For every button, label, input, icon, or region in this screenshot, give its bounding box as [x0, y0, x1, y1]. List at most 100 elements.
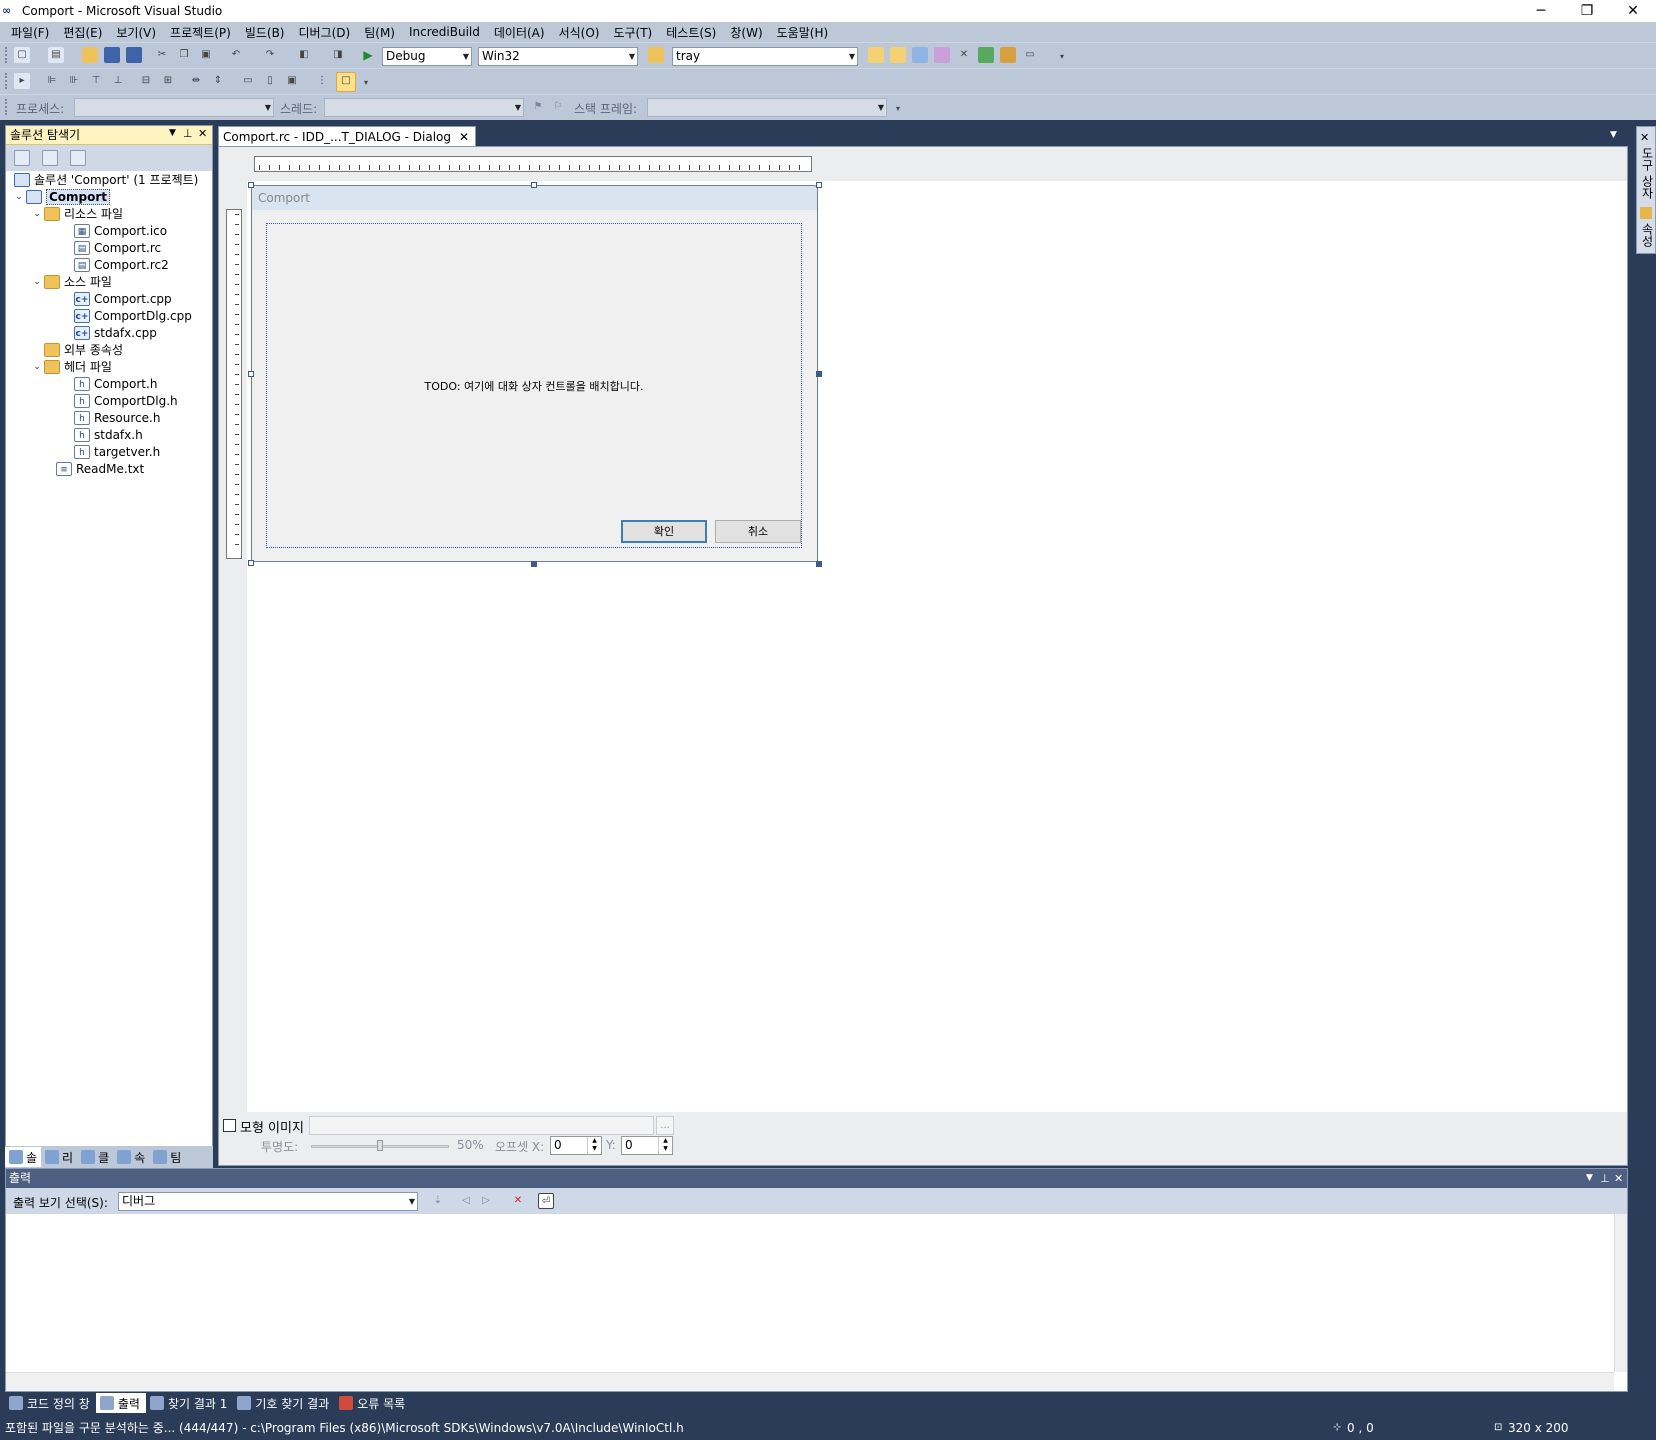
tab-dialog-editor[interactable]: Comport.rc - IDD_...T_DIALOG - Dialog ✕	[218, 126, 477, 146]
menu-tools[interactable]: 도구(T)	[606, 24, 659, 41]
find-combo[interactable]: tray ▼	[672, 47, 858, 66]
tree-item-file[interactable]: ▦ Comport.ico	[74, 222, 167, 239]
output-text-area[interactable]	[6, 1214, 1618, 1391]
menu-format[interactable]: 서식(O)	[552, 24, 607, 41]
thread-select[interactable]: ▼	[324, 98, 524, 117]
center-vertical-icon[interactable]: ⊟	[138, 73, 154, 89]
active-files-icon[interactable]: ▼	[1610, 130, 1617, 140]
close-button[interactable]: ✕	[1610, 0, 1656, 22]
tab-resource-view[interactable]: 리	[41, 1147, 77, 1167]
toolbox-tab[interactable]: 도구 상자	[1639, 147, 1656, 199]
open-file-icon[interactable]	[82, 47, 98, 63]
toggle-flag-icon[interactable]: ⚑	[530, 99, 546, 115]
menu-window[interactable]: 창(W)	[723, 24, 769, 41]
close-icon[interactable]: ✕	[459, 128, 469, 146]
toolbar-options-icon[interactable]: ▾	[1054, 49, 1070, 65]
tree-item-header-folder[interactable]: ⌄ 헤더 파일	[30, 358, 112, 375]
ok-button[interactable]: 확인	[621, 520, 707, 543]
spin-arrows-icon[interactable]: ▲ ▼	[658, 1137, 672, 1154]
align-lefts-icon[interactable]: ⊫	[44, 73, 60, 89]
tree-item-file[interactable]: ≡ ReadMe.txt	[56, 460, 144, 477]
redo-icon[interactable]: ↷	[262, 47, 278, 63]
class-view-icon[interactable]	[1000, 47, 1016, 63]
show-all-files-icon[interactable]	[42, 150, 58, 166]
undo-icon[interactable]: ↶	[228, 47, 244, 63]
output-source-select[interactable]: 디버그 ▼	[118, 1192, 418, 1211]
menu-data[interactable]: 데이터(A)	[487, 24, 552, 41]
toggle-guides-icon[interactable]: □	[336, 72, 356, 92]
tab-output[interactable]: 출력	[95, 1393, 146, 1413]
find-message-in-code-icon[interactable]: ⇣	[430, 1193, 446, 1209]
toolbar-options-icon[interactable]: ▾	[358, 75, 374, 91]
space-down-icon[interactable]: ⇕	[210, 73, 226, 89]
add-item-icon[interactable]: ▤	[48, 47, 64, 63]
restore-button[interactable]: ❐	[1564, 0, 1610, 22]
make-same-height-icon[interactable]: ▯	[262, 73, 278, 89]
test-dialog-icon[interactable]: ▸	[14, 73, 30, 89]
start-debugging-icon[interactable]: ▶	[360, 47, 376, 63]
object-browser-icon[interactable]	[934, 47, 950, 63]
resize-handle[interactable]	[816, 371, 822, 377]
properties-icon[interactable]	[14, 150, 30, 166]
go-to-previous-message-icon[interactable]: ◁	[458, 1193, 474, 1209]
minimize-button[interactable]: ─	[1518, 0, 1564, 22]
navigate-forward-icon[interactable]: ◨	[330, 47, 346, 63]
menu-team[interactable]: 팀(M)	[357, 24, 402, 41]
new-project-icon[interactable]: ▢	[14, 47, 30, 63]
tree-item-file[interactable]: c+ stdafx.cpp	[74, 324, 157, 341]
browse-button[interactable]: ...	[656, 1116, 674, 1135]
align-bottoms-icon[interactable]: ⊥	[110, 73, 126, 89]
class-wizard-icon[interactable]	[70, 150, 86, 166]
tree-item-resource-folder[interactable]: ⌄ 리소스 파일	[30, 205, 123, 222]
start-page-icon[interactable]	[978, 47, 994, 63]
mockup-image-path[interactable]	[309, 1116, 654, 1135]
tree-item-project[interactable]: ⌄ Comport	[12, 188, 111, 205]
horizontal-scrollbar[interactable]	[6, 1372, 1614, 1391]
vertical-scrollbar[interactable]	[1614, 1214, 1627, 1372]
opacity-slider-thumb[interactable]	[377, 1140, 383, 1151]
collapse-icon[interactable]: ⌄	[12, 192, 26, 202]
flag-all-threads-icon[interactable]: ⚐	[550, 99, 566, 115]
command-window-icon[interactable]: ▭	[1022, 47, 1038, 63]
menu-debug[interactable]: 디버그(D)	[292, 24, 358, 41]
pin-icon[interactable]: ⊥	[1600, 1169, 1610, 1188]
find-symbol-icon[interactable]	[868, 47, 884, 63]
properties-window-icon[interactable]	[912, 47, 928, 63]
tab-team-explorer[interactable]: 팀	[149, 1147, 185, 1167]
menu-file[interactable]: 파일(F)	[4, 24, 56, 41]
menu-incredibuild[interactable]: IncrediBuild	[402, 25, 487, 39]
toolbox-icon[interactable]: ✕	[956, 47, 972, 63]
tree-item-file[interactable]: h Resource.h	[74, 409, 160, 426]
save-icon[interactable]	[104, 47, 120, 63]
window-position-icon[interactable]: ▼	[1586, 1169, 1593, 1188]
vertical-ruler[interactable]	[226, 209, 242, 559]
process-select[interactable]: ▼	[74, 98, 274, 117]
menu-project[interactable]: 프로젝트(P)	[163, 24, 238, 41]
tree-item-solution[interactable]: 솔루션 'Comport' (1 프로젝트)	[14, 171, 198, 188]
horizontal-ruler[interactable]	[254, 156, 812, 172]
menu-test[interactable]: 테스트(S)	[659, 24, 723, 41]
copy-icon[interactable]: ❐	[176, 47, 192, 63]
solution-explorer-icon[interactable]	[890, 47, 906, 63]
toggle-grid-icon[interactable]: ⋮	[314, 73, 330, 89]
align-tops-icon[interactable]: ⊤	[88, 73, 104, 89]
platform-select[interactable]: Win32 ▼	[478, 47, 638, 66]
menu-view[interactable]: 보기(V)	[109, 24, 163, 41]
find-in-files-icon[interactable]	[648, 47, 664, 63]
toggle-word-wrap-icon[interactable]: ⏎	[538, 1193, 554, 1209]
properties-tab[interactable]: 속성	[1639, 223, 1656, 247]
tree-item-file[interactable]: ▤ Comport.rc2	[74, 256, 169, 273]
offset-y-input[interactable]: 0 ▲ ▼	[621, 1136, 673, 1155]
tab-error-list[interactable]: 오류 목록	[335, 1393, 411, 1413]
todo-static-text[interactable]: TODO: 여기에 대화 상자 컨트롤을 배치합니다.	[267, 378, 801, 394]
tab-solution-explorer[interactable]: 솔	[5, 1147, 42, 1167]
mockup-image-checkbox[interactable]	[223, 1119, 236, 1132]
collapse-icon[interactable]: ⌄	[30, 362, 44, 372]
cancel-button[interactable]: 취소	[715, 520, 801, 543]
resize-handle[interactable]	[531, 561, 537, 567]
toolbar-options-icon[interactable]: ▾	[890, 101, 906, 117]
tree-item-file[interactable]: h stdafx.h	[74, 426, 143, 443]
toolbar-grip[interactable]	[5, 47, 9, 63]
make-same-width-icon[interactable]: ▭	[240, 73, 256, 89]
window-position-icon[interactable]: ▼	[169, 128, 176, 138]
